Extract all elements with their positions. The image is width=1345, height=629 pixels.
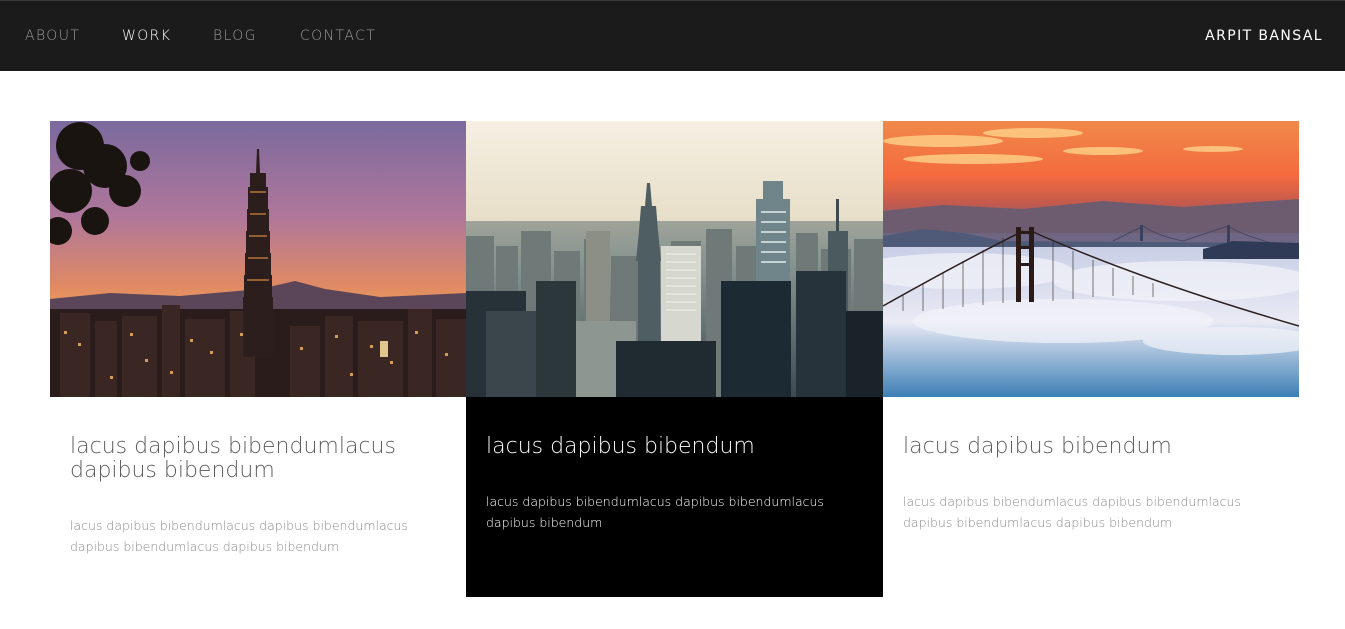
card-3-photo[interactable] <box>883 121 1300 397</box>
nav-link-blog[interactable]: BLOG <box>213 28 257 44</box>
card-2-body: lacus dapibus bibendum lacus dapibus bib… <box>466 397 883 597</box>
top-navbar: ABOUT WORK BLOG CONTACT ARPIT BANSAL <box>0 0 1345 71</box>
card-2-photo[interactable] <box>466 121 883 397</box>
new-york-skyline-image <box>466 121 883 397</box>
card-2-title[interactable]: lacus dapibus bibendum <box>486 435 866 459</box>
nav-link-about[interactable]: ABOUT <box>25 28 80 44</box>
taipei-skyline-image <box>50 121 467 397</box>
card-1-title[interactable]: lacus dapibus bibendumlacus dapibus bibe… <box>70 435 450 483</box>
golden-gate-bridge-image <box>883 121 1299 397</box>
card-2-description: lacus dapibus bibendumlacus dapibus bibe… <box>486 494 824 530</box>
card-1-photo[interactable] <box>50 121 467 397</box>
card-1-description: lacus dapibus bibendumlacus dapibus bibe… <box>70 518 408 554</box>
card-3-description: lacus dapibus bibendumlacus dapibus bibe… <box>903 494 1241 530</box>
nav-link-work[interactable]: WORK <box>122 28 171 44</box>
nav-link-contact[interactable]: CONTACT <box>300 28 376 44</box>
brand-name-link[interactable]: ARPIT BANSAL <box>1205 28 1323 44</box>
card-3-title[interactable]: lacus dapibus bibendum <box>903 435 1283 459</box>
